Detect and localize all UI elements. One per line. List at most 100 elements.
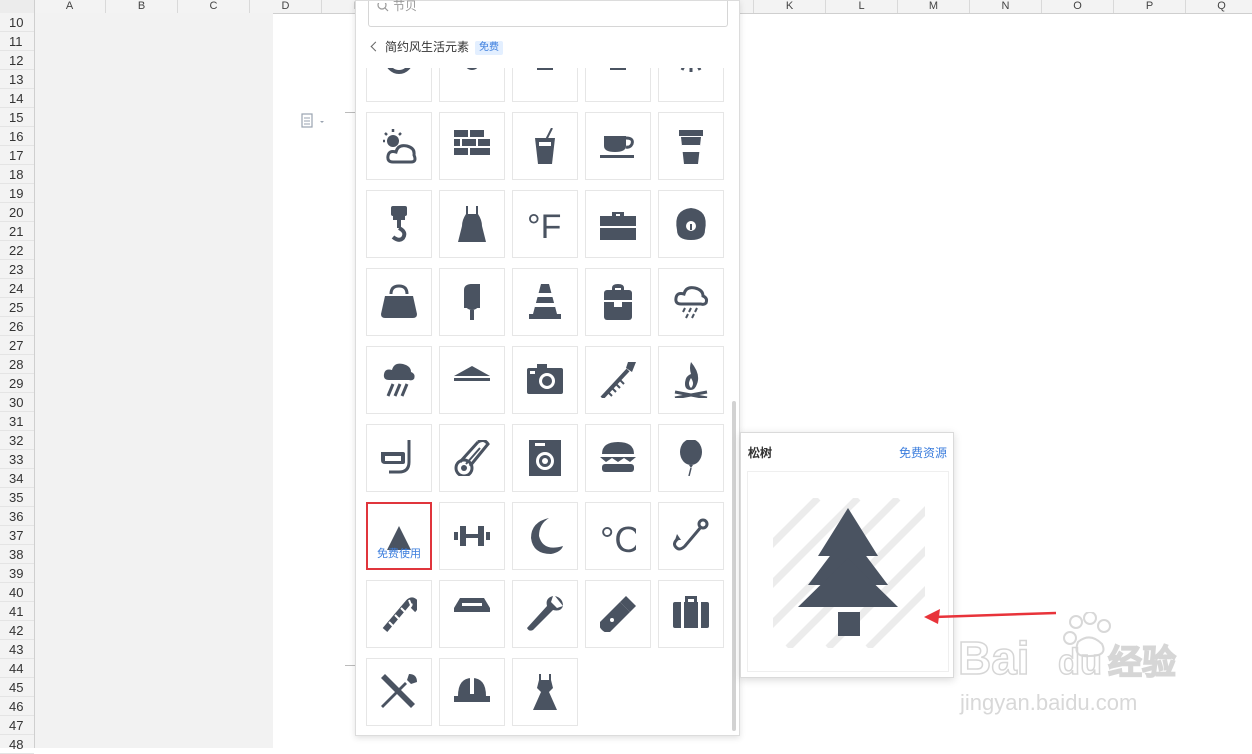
row-header-27[interactable]: 27 [0,336,34,355]
icon-tile[interactable] [658,268,724,336]
column-header-A[interactable]: A [34,0,106,13]
column-header-O[interactable]: O [1042,0,1114,13]
row-header-33[interactable]: 33 [0,450,34,469]
column-header-M[interactable]: M [898,0,970,13]
search-input[interactable]: 节贝 [368,0,728,27]
column-header-B[interactable]: B [106,0,178,13]
icon-tile[interactable] [366,112,432,180]
row-header-30[interactable]: 30 [0,393,34,412]
row-header-14[interactable]: 14 [0,89,34,108]
column-header-C[interactable]: C [178,0,250,13]
row-header-43[interactable]: 43 [0,640,34,659]
icon-tile[interactable] [658,502,724,570]
row-header-46[interactable]: 46 [0,697,34,716]
row-header-18[interactable]: 18 [0,165,34,184]
breadcrumb-back[interactable]: 简约风生活元素 免费 [370,39,504,55]
row-header-32[interactable]: 32 [0,431,34,450]
row-header-42[interactable]: 42 [0,621,34,640]
icon-tile[interactable] [366,190,432,258]
icon-tile[interactable] [658,190,724,258]
icon-tile[interactable] [585,190,651,258]
row-header-26[interactable]: 26 [0,317,34,336]
row-header-39[interactable]: 39 [0,564,34,583]
row-header-16[interactable]: 16 [0,127,34,146]
row-header-34[interactable]: 34 [0,469,34,488]
icon-tile[interactable] [439,346,505,414]
icon-tile[interactable] [439,658,505,726]
free-use-label[interactable]: 免费使用 [368,545,430,561]
icon-tile[interactable] [585,68,651,102]
row-header-24[interactable]: 24 [0,279,34,298]
icon-tile[interactable] [439,268,505,336]
column-header-K[interactable]: K [754,0,826,13]
icon-tile[interactable] [439,580,505,648]
row-header-48[interactable]: 48 [0,735,34,754]
row-header-20[interactable]: 20 [0,203,34,222]
select-all-corner[interactable] [0,0,35,13]
column-header-Q[interactable]: Q [1186,0,1252,13]
row-header-13[interactable]: 13 [0,70,34,89]
icon-tile[interactable] [366,68,432,102]
row-header-19[interactable]: 19 [0,184,34,203]
row-header-22[interactable]: 22 [0,241,34,260]
icon-tile[interactable] [439,68,505,102]
icon-tile[interactable] [512,268,578,336]
row-header-12[interactable]: 12 [0,51,34,70]
row-header-31[interactable]: 31 [0,412,34,431]
icon-tile[interactable] [585,424,651,492]
row-header-36[interactable]: 36 [0,507,34,526]
icon-tile[interactable] [439,502,505,570]
scrollbar-thumb[interactable] [732,401,736,731]
row-header-17[interactable]: 17 [0,146,34,165]
row-header-28[interactable]: 28 [0,355,34,374]
icon-tile[interactable] [366,424,432,492]
icon-tile[interactable] [512,424,578,492]
row-header-38[interactable]: 38 [0,545,34,564]
column-header-N[interactable]: N [970,0,1042,13]
icon-tile[interactable] [512,346,578,414]
row-header-25[interactable]: 25 [0,298,34,317]
icon-tile[interactable] [658,580,724,648]
icon-tile[interactable] [512,112,578,180]
row-header-41[interactable]: 41 [0,602,34,621]
icon-tile[interactable] [658,424,724,492]
icon-tile[interactable] [658,112,724,180]
column-header-P[interactable]: P [1114,0,1186,13]
row-header-21[interactable]: 21 [0,222,34,241]
icon-tile[interactable]: °C [585,502,651,570]
icon-tile[interactable] [512,502,578,570]
column-header-L[interactable]: L [826,0,898,13]
free-resource-link[interactable]: 免费资源 [899,444,947,461]
icon-tile[interactable] [658,346,724,414]
document-dropdown-icon[interactable] [301,113,327,129]
row-header-35[interactable]: 35 [0,488,34,507]
icon-tile[interactable] [366,580,432,648]
icon-tile[interactable] [439,190,505,258]
row-header-11[interactable]: 11 [0,32,34,51]
icon-tile[interactable] [512,580,578,648]
icon-tile[interactable] [512,658,578,726]
row-header-29[interactable]: 29 [0,374,34,393]
icon-tile[interactable]: °F [512,190,578,258]
row-header-44[interactable]: 44 [0,659,34,678]
row-header-15[interactable]: 15 [0,108,34,127]
icon-tile[interactable] [658,68,724,102]
icon-tile[interactable] [585,580,651,648]
row-header-40[interactable]: 40 [0,583,34,602]
row-header-47[interactable]: 47 [0,716,34,735]
icon-tile[interactable] [439,424,505,492]
icon-tile[interactable] [366,346,432,414]
row-header-45[interactable]: 45 [0,678,34,697]
icon-tile[interactable] [585,346,651,414]
row-header-37[interactable]: 37 [0,526,34,545]
icon-tile[interactable] [585,112,651,180]
icon-tile[interactable] [366,658,432,726]
icon-tile[interactable] [512,68,578,102]
row-header-23[interactable]: 23 [0,260,34,279]
row-header-10[interactable]: 10 [0,13,34,32]
icon-tile[interactable] [366,268,432,336]
icon-tile[interactable] [439,112,505,180]
icon-tile[interactable] [585,268,651,336]
icon-tile[interactable]: 免费使用 [366,502,432,570]
column-header-D[interactable]: D [250,0,322,13]
